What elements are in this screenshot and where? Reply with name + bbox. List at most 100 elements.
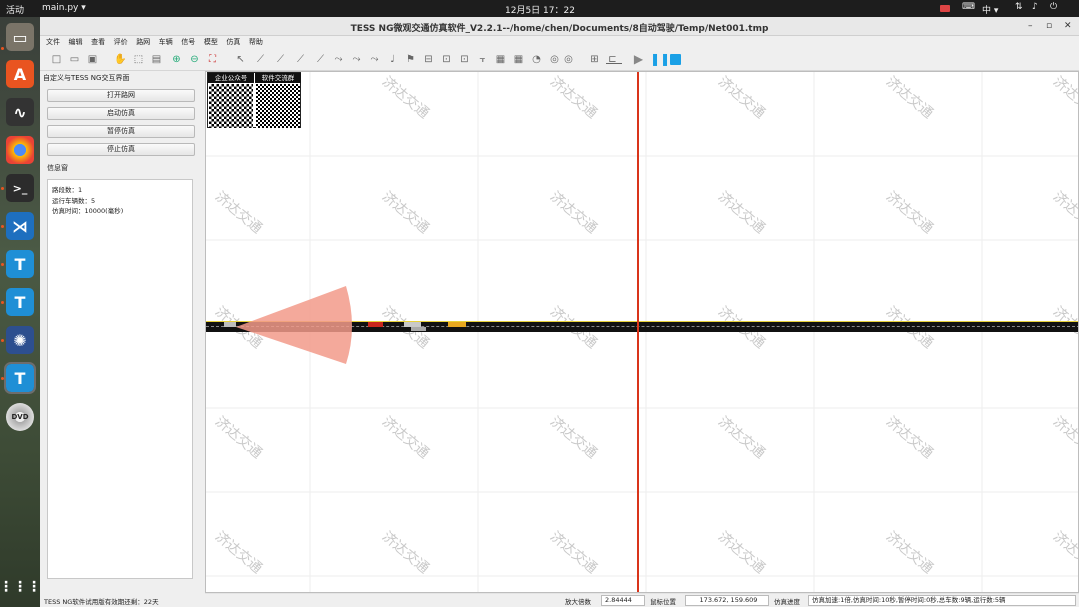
- volume-icon[interactable]: ♪: [1032, 2, 1038, 12]
- minimize-button[interactable]: –: [1028, 21, 1033, 31]
- parking-icon[interactable]: ⊟: [422, 53, 435, 66]
- menu-evaluate[interactable]: 评价: [114, 36, 128, 49]
- vehicle[interactable]: [411, 327, 426, 331]
- fit-view-icon[interactable]: ⛶: [206, 53, 219, 66]
- speed-sign-icon[interactable]: ◎: [562, 53, 575, 66]
- menu-network[interactable]: 路网: [136, 36, 150, 49]
- bus-station-icon[interactable]: ⚑: [404, 53, 417, 66]
- running-indicator: [1, 187, 4, 190]
- open-network-button[interactable]: 打开路网: [47, 89, 195, 102]
- dock: ▭ A ∿ >_ ⋊ T T ✺ T DVD ⋮⋮⋮: [0, 17, 41, 607]
- progress-label: 仿真进度: [774, 598, 800, 606]
- info-line-simtime: 仿真时间：10000(毫秒): [52, 207, 124, 215]
- title-bar: TESS NG微观交通仿真软件_V2.2.1--/home/chen/Docum…: [40, 17, 1079, 36]
- menu-view[interactable]: 查看: [91, 36, 105, 49]
- stop-icon[interactable]: [670, 54, 681, 65]
- detector-icon[interactable]: ♩: [386, 53, 399, 66]
- pan-hand-icon[interactable]: ✋: [114, 53, 127, 66]
- custom-panel: 自定义与TESS NG交互界面 打开路网 启动仿真 暂停仿真 停止仿真 信息窗 …: [40, 71, 203, 593]
- menu-vehicle[interactable]: 车辆: [159, 36, 173, 49]
- draw-connector-icon[interactable]: ⟋: [274, 53, 287, 66]
- grid-icon[interactable]: ▤: [150, 53, 163, 66]
- info-line-vehicles: 运行车辆数：5: [52, 196, 96, 205]
- vehicle[interactable]: [448, 322, 466, 327]
- vehicle-travel-icon[interactable]: ⊡: [458, 53, 471, 66]
- menu-simulation[interactable]: 仿真: [226, 36, 240, 49]
- tessng-icon[interactable]: T: [6, 288, 34, 316]
- keyboard-icon[interactable]: ⌨: [962, 2, 975, 12]
- signal-head-icon[interactable]: ⤳: [368, 53, 381, 66]
- speed-limit-icon[interactable]: ◎: [548, 53, 561, 66]
- vscode-icon[interactable]: ⋊: [6, 212, 34, 240]
- mouse-position-label: 鼠标位置: [650, 598, 676, 606]
- toolbar: □ ▭ ▣ ✋ ⬚ ▤ ⊕ ⊖ ⛶ ↖ ⟋ ⟋ ⟋ ⟋ ⤳ ⤳ ⤳ ♩ ⚑ ⊟ …: [40, 49, 1079, 71]
- zoom-value: 2.84444: [601, 595, 645, 606]
- running-indicator: [1, 301, 4, 304]
- start-simulation-button[interactable]: 启动仿真: [47, 107, 195, 120]
- pointer-icon[interactable]: ↖: [234, 53, 247, 66]
- language-selector[interactable]: 中 ▾: [982, 3, 998, 16]
- select-area-icon[interactable]: ⬚: [132, 53, 145, 66]
- running-indicator: [1, 263, 4, 266]
- tessng-window: TESS NG微观交通仿真软件_V2.2.1--/home/chen/Docum…: [40, 17, 1079, 607]
- network-canvas[interactable]: 济达交通 济达交通 济达交通 济达交通 济达交通 济达交通 济达交通 济达交通 济达交通 济达交通…: [205, 71, 1079, 593]
- screenshot-icon[interactable]: ⊞: [588, 53, 601, 66]
- play-icon[interactable]: ▶: [632, 53, 645, 66]
- clock[interactable]: 12月5日 17：22: [505, 3, 575, 16]
- running-indicator: [1, 377, 4, 380]
- dashboard-icon[interactable]: ◔: [530, 53, 543, 66]
- chrome-icon[interactable]: [6, 136, 34, 164]
- pause-icon[interactable]: ❚❚: [650, 53, 670, 66]
- reduce-speed-icon[interactable]: ⤳: [332, 53, 345, 66]
- dvd-icon[interactable]: DVD: [6, 403, 34, 431]
- pause-simulation-button[interactable]: 暂停仿真: [47, 125, 195, 138]
- info-line-links: 路段数：1: [52, 186, 83, 194]
- menu-model[interactable]: 模型: [204, 36, 218, 49]
- vehicle[interactable]: [368, 322, 383, 327]
- power-icon[interactable]: ⏻: [1050, 2, 1057, 12]
- bus-line-icon[interactable]: ⊡: [440, 53, 453, 66]
- ego-vehicle[interactable]: [224, 322, 236, 327]
- zoom-in-icon[interactable]: ⊕: [170, 53, 183, 66]
- new-file-icon[interactable]: □: [50, 53, 63, 66]
- queue-counter-icon[interactable]: ⫟: [476, 53, 489, 66]
- menu-signal[interactable]: 信号: [181, 36, 195, 49]
- status-bar: TESS NG软件试用版有效期还剩：22天 放大倍数 2.84444 鼠标位置 …: [40, 594, 1079, 607]
- record-icon[interactable]: [940, 5, 950, 12]
- open-folder-icon[interactable]: ▭: [68, 53, 81, 66]
- pycharm-icon[interactable]: ✺: [6, 326, 34, 354]
- trial-notice: TESS NG软件试用版有效期还剩：22天: [44, 598, 159, 606]
- running-indicator: [1, 339, 4, 342]
- data-collector-icon[interactable]: ▦: [512, 53, 525, 66]
- vertical-marker-line: [637, 72, 639, 592]
- info-window-label: 信息窗: [47, 164, 68, 172]
- info-window[interactable]: 路段数：1 运行车辆数：5 仿真时间：10000(毫秒): [47, 179, 193, 579]
- section-icon[interactable]: ▦: [494, 53, 507, 66]
- route-icon[interactable]: ⟋: [314, 53, 327, 66]
- sensor-overlay: [236, 286, 352, 364]
- vehicle-input-icon[interactable]: ⟋: [294, 53, 307, 66]
- tessng-active-icon[interactable]: T: [4, 362, 36, 394]
- terminal-icon[interactable]: >_: [6, 174, 34, 202]
- network-icon[interactable]: ⇅: [1015, 2, 1023, 12]
- activities-button[interactable]: 活动: [6, 3, 24, 16]
- save-icon[interactable]: ▣: [86, 53, 99, 66]
- close-button[interactable]: ✕: [1064, 21, 1072, 31]
- files-icon[interactable]: ▭: [6, 23, 34, 51]
- maximize-button[interactable]: ▫: [1046, 21, 1052, 31]
- tessng-icon[interactable]: T: [6, 250, 34, 278]
- menu-help[interactable]: 帮助: [249, 36, 263, 49]
- stop-simulation-button[interactable]: 停止仿真: [47, 143, 195, 156]
- show-apps-icon[interactable]: ⋮⋮⋮: [0, 573, 41, 601]
- menu-file[interactable]: 文件: [46, 36, 60, 49]
- active-app-menu[interactable]: main.py ▾: [42, 3, 86, 13]
- zoom-out-icon[interactable]: ⊖: [188, 53, 201, 66]
- conflict-icon[interactable]: ⤳: [350, 53, 363, 66]
- system-monitor-icon[interactable]: ∿: [6, 98, 34, 126]
- progress-value: 仿真加速:1倍,仿真时间:10秒,暂停时间:0秒,总车数:9辆,运行数:5辆: [808, 595, 1076, 606]
- draw-link-icon[interactable]: ⟋: [254, 53, 267, 66]
- running-indicator: [1, 225, 4, 228]
- mouse-position-value: 173.672, 159.609: [685, 595, 769, 606]
- software-center-icon[interactable]: A: [6, 60, 34, 88]
- menu-edit[interactable]: 编辑: [69, 36, 83, 49]
